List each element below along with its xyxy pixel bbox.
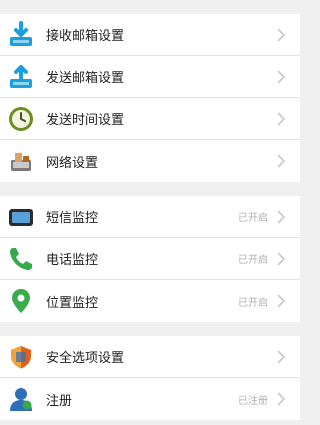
location-pin-icon	[6, 286, 36, 316]
register-row[interactable]: 注册 已注册	[0, 378, 300, 420]
send-mailbox-settings-row[interactable]: 发送邮箱设置	[0, 56, 300, 98]
status-text: 已开启	[238, 213, 268, 224]
shield-icon	[6, 342, 36, 372]
status-text: 已开启	[238, 255, 268, 266]
clock-icon	[6, 104, 36, 134]
send-mailbox-settings-label: 发送邮箱设置	[46, 71, 125, 86]
call-monitoring-label: 电话监控	[46, 253, 99, 268]
chevron-right-icon	[277, 111, 286, 126]
settings-screen: 接收邮箱设置 发送邮箱设置 发送时间设置 网络设置 短信监控 已开启 电话监控 …	[0, 0, 300, 420]
chevron-right-icon	[277, 27, 286, 42]
network-settings-row[interactable]: 网络设置	[0, 140, 300, 182]
call-monitoring-row[interactable]: 电话监控 已开启	[0, 238, 300, 280]
send-time-settings-label: 发送时间设置	[46, 113, 125, 128]
inbox-download-icon	[6, 20, 36, 50]
status-text: 已开启	[238, 297, 268, 309]
upload-icon	[6, 62, 36, 92]
chevron-right-icon	[277, 294, 286, 308]
receive-mailbox-settings-row[interactable]: 接收邮箱设置	[0, 14, 300, 56]
chevron-right-icon	[277, 392, 286, 406]
location-monitoring-row[interactable]: 位置监控 已开启	[0, 280, 300, 322]
status-text: 已注册	[238, 395, 268, 407]
chevron-right-icon	[277, 209, 286, 224]
group-spacer	[0, 0, 300, 14]
network-computer-icon	[6, 146, 36, 176]
security-settings-label: 安全选项设置	[46, 351, 125, 366]
sms-monitoring-row[interactable]: 短信监控 已开启	[0, 196, 300, 238]
chevron-right-icon	[277, 154, 286, 168]
mail-settings-group: 接收邮箱设置 发送邮箱设置 发送时间设置 网络设置	[0, 14, 300, 182]
account-group: 安全选项设置 注册 已注册	[0, 336, 300, 420]
monitoring-group: 短信监控 已开启 电话监控 已开启 位置监控 已开启	[0, 196, 300, 322]
network-settings-label: 网络设置	[46, 155, 99, 171]
group-spacer	[0, 182, 300, 196]
security-settings-row[interactable]: 安全选项设置	[0, 336, 300, 378]
group-spacer	[0, 322, 300, 336]
phone-device-icon	[6, 202, 36, 232]
chevron-right-icon	[277, 69, 286, 84]
sms-monitoring-label: 短信监控	[46, 211, 99, 226]
register-label: 注册	[46, 393, 73, 409]
chevron-right-icon	[277, 251, 286, 266]
send-time-settings-row[interactable]: 发送时间设置	[0, 98, 300, 140]
user-icon	[6, 384, 36, 414]
chevron-right-icon	[277, 349, 286, 364]
location-monitoring-label: 位置监控	[46, 295, 99, 311]
phone-handset-icon	[6, 244, 36, 274]
receive-mailbox-settings-label: 接收邮箱设置	[46, 29, 125, 44]
